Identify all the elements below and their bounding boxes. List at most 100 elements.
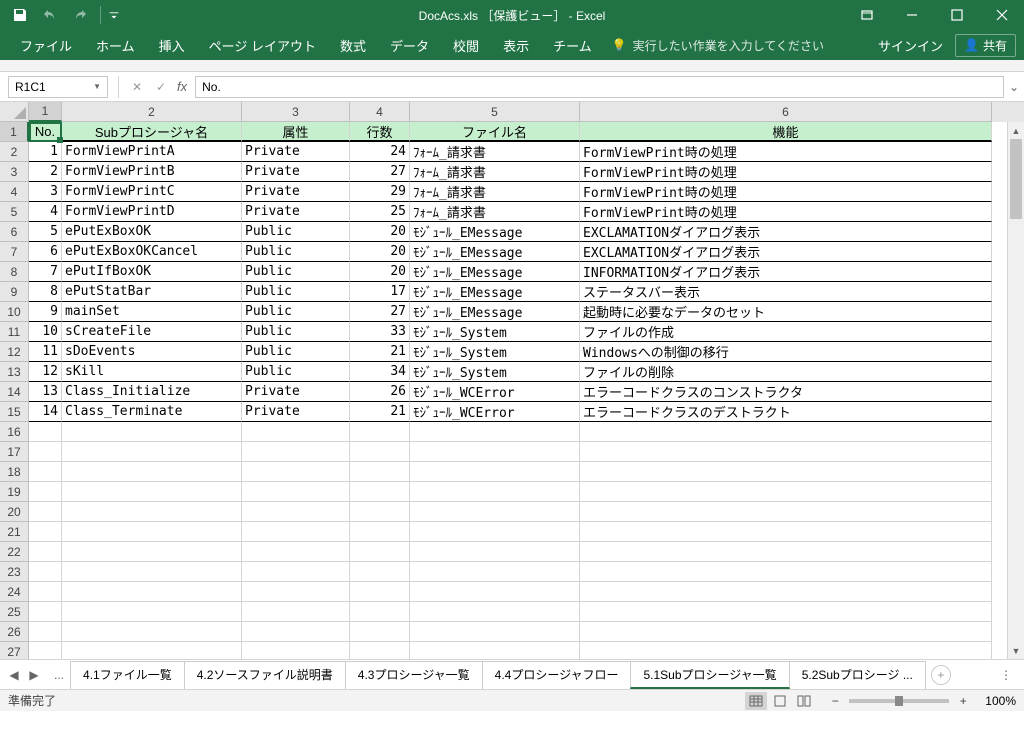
- cell[interactable]: Public: [242, 262, 350, 282]
- cell[interactable]: FormViewPrint時の処理: [580, 142, 992, 162]
- cell[interactable]: [350, 642, 410, 659]
- cell[interactable]: 25: [350, 202, 410, 222]
- cell[interactable]: [29, 582, 62, 602]
- cell[interactable]: [62, 462, 242, 482]
- row-header[interactable]: 7: [0, 242, 29, 262]
- cell[interactable]: [242, 642, 350, 659]
- ribbon-tab[interactable]: 数式: [328, 30, 378, 60]
- cell[interactable]: 17: [350, 282, 410, 302]
- cell[interactable]: 24: [350, 142, 410, 162]
- cell[interactable]: [350, 502, 410, 522]
- cell[interactable]: エラーコードクラスのデストラクト: [580, 402, 992, 422]
- row-header[interactable]: 11: [0, 322, 29, 342]
- cell[interactable]: 21: [350, 402, 410, 422]
- cell[interactable]: Private: [242, 382, 350, 402]
- row-header[interactable]: 20: [0, 502, 29, 522]
- cell[interactable]: No.: [29, 122, 62, 142]
- cell[interactable]: [410, 542, 580, 562]
- cell[interactable]: [410, 502, 580, 522]
- close-button[interactable]: [979, 0, 1024, 30]
- column-header[interactable]: 3: [242, 102, 350, 122]
- row-header[interactable]: 26: [0, 622, 29, 642]
- cell[interactable]: [29, 622, 62, 642]
- cell[interactable]: 20: [350, 242, 410, 262]
- row-header[interactable]: 6: [0, 222, 29, 242]
- cell[interactable]: [350, 622, 410, 642]
- cell[interactable]: sKill: [62, 362, 242, 382]
- cell[interactable]: [580, 642, 992, 659]
- cell[interactable]: [29, 482, 62, 502]
- cell[interactable]: 9: [29, 302, 62, 322]
- cell[interactable]: ﾓｼﾞｭｰﾙ_EMessage: [410, 222, 580, 242]
- cell[interactable]: [62, 582, 242, 602]
- cell[interactable]: [29, 542, 62, 562]
- sheet-tab[interactable]: 4.3プロシージャ一覧: [345, 661, 483, 689]
- ribbon-tab[interactable]: データ: [378, 30, 441, 60]
- cell[interactable]: ﾌｫｰﾑ_請求書: [410, 142, 580, 162]
- ribbon-tab[interactable]: 挿入: [147, 30, 197, 60]
- cell[interactable]: [350, 562, 410, 582]
- cell[interactable]: 34: [350, 362, 410, 382]
- cell[interactable]: 26: [350, 382, 410, 402]
- row-header[interactable]: 24: [0, 582, 29, 602]
- cell[interactable]: [242, 542, 350, 562]
- row-header[interactable]: 10: [0, 302, 29, 322]
- row-header[interactable]: 23: [0, 562, 29, 582]
- cell[interactable]: [350, 482, 410, 502]
- cell[interactable]: [580, 462, 992, 482]
- cell[interactable]: [62, 442, 242, 462]
- cell[interactable]: 機能: [580, 122, 992, 142]
- zoom-level[interactable]: 100%: [985, 694, 1016, 708]
- cell[interactable]: ﾓｼﾞｭｰﾙ_EMessage: [410, 242, 580, 262]
- cell[interactable]: [580, 522, 992, 542]
- cell[interactable]: [410, 522, 580, 542]
- cell[interactable]: [62, 482, 242, 502]
- cell[interactable]: [242, 442, 350, 462]
- ribbon-display-button[interactable]: [844, 0, 889, 30]
- cell[interactable]: [242, 562, 350, 582]
- cell[interactable]: [350, 522, 410, 542]
- cell[interactable]: [242, 482, 350, 502]
- scroll-up-button[interactable]: ▲: [1008, 122, 1024, 139]
- cell[interactable]: mainSet: [62, 302, 242, 322]
- cell[interactable]: [29, 562, 62, 582]
- cell[interactable]: [242, 522, 350, 542]
- cell[interactable]: 6: [29, 242, 62, 262]
- cell[interactable]: ステータスバー表示: [580, 282, 992, 302]
- row-header[interactable]: 21: [0, 522, 29, 542]
- tell-me[interactable]: 💡 実行したい作業を入力してください: [612, 37, 824, 54]
- cell[interactable]: [29, 462, 62, 482]
- cell[interactable]: EXCLAMATIONダイアログ表示: [580, 222, 992, 242]
- name-box[interactable]: R1C1 ▼: [8, 76, 108, 98]
- cell[interactable]: [62, 542, 242, 562]
- cell[interactable]: [29, 642, 62, 659]
- cell[interactable]: ﾓｼﾞｭｰﾙ_EMessage: [410, 302, 580, 322]
- cell[interactable]: [350, 542, 410, 562]
- cell[interactable]: [580, 602, 992, 622]
- cell[interactable]: [29, 522, 62, 542]
- row-header[interactable]: 13: [0, 362, 29, 382]
- cell[interactable]: Public: [242, 342, 350, 362]
- cell[interactable]: [410, 482, 580, 502]
- cell[interactable]: [580, 422, 992, 442]
- cell[interactable]: Private: [242, 162, 350, 182]
- tab-scroll-right-button[interactable]: ▶: [26, 667, 42, 683]
- cell[interactable]: Public: [242, 222, 350, 242]
- ribbon-tab[interactable]: ページ レイアウト: [197, 30, 328, 60]
- fx-icon[interactable]: fx: [177, 79, 187, 94]
- sheet-tab[interactable]: 4.4プロシージャフロー: [482, 661, 632, 689]
- row-header[interactable]: 25: [0, 602, 29, 622]
- row-header[interactable]: 17: [0, 442, 29, 462]
- ribbon-tab[interactable]: ホーム: [84, 30, 147, 60]
- cell[interactable]: ﾓｼﾞｭｰﾙ_EMessage: [410, 262, 580, 282]
- cell[interactable]: [242, 502, 350, 522]
- cell[interactable]: [62, 622, 242, 642]
- cell[interactable]: [62, 562, 242, 582]
- cell[interactable]: [410, 462, 580, 482]
- redo-button[interactable]: [66, 1, 94, 29]
- cell[interactable]: 29: [350, 182, 410, 202]
- cell[interactable]: [242, 582, 350, 602]
- select-all-button[interactable]: [0, 102, 29, 122]
- cell[interactable]: Private: [242, 202, 350, 222]
- cell[interactable]: 27: [350, 302, 410, 322]
